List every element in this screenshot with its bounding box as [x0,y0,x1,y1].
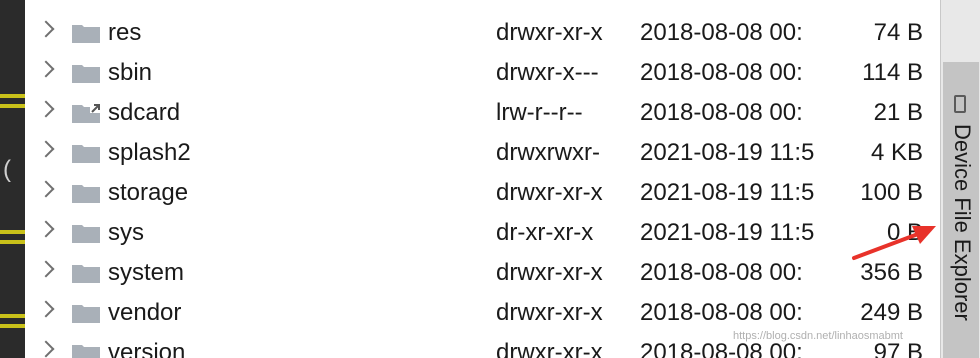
file-date: 2018-08-08 00: [640,99,803,126]
table-row[interactable]: splash2 drwxrwxr- 2021-08-19 11:5 4 KB [25,132,940,172]
file-name: sys [108,219,144,246]
file-permissions: dr-xr-xr-x [496,219,594,246]
folder-icon [72,185,100,203]
editor-marker [0,104,25,108]
editor-paren: ( [3,156,11,183]
chevron-right-icon[interactable] [37,180,55,198]
chevron-right-icon[interactable] [37,140,55,158]
file-size: 114 B [862,59,923,86]
file-permissions: drwxrwxr- [496,139,600,166]
editor-marker [0,314,25,318]
file-date: 2018-08-08 00: [640,19,803,46]
folder-icon [72,265,100,283]
device-icon [954,95,966,113]
tool-window-label: Device File Explorer [950,124,975,321]
watermark: https://blog.csdn.net/linhaosmabmt [733,330,903,342]
chevron-right-icon[interactable] [37,60,55,78]
chevron-right-icon[interactable] [37,300,55,318]
file-size: 4 KB [870,139,923,166]
file-date: 2018-08-08 00: [640,299,803,326]
table-row[interactable]: res drwxr-xr-x 2018-08-08 00: 74 B [25,12,940,52]
file-name: sbin [108,59,153,86]
editor-gutter-strip: ( [0,0,25,358]
chevron-right-icon[interactable] [37,220,55,238]
folder-icon [72,145,100,163]
chevron-right-icon[interactable] [37,100,55,118]
file-date: 2018-08-08 00: [640,59,803,86]
table-row[interactable]: storage drwxr-xr-x 2021-08-19 11:5 100 B [25,172,940,212]
file-tree-table: res drwxr-xr-x 2018-08-08 00: 74 B sbin drwxr… [25,0,940,358]
folder-icon [72,65,100,83]
editor-marker [0,94,25,98]
file-date: 2018-08-08 00: [640,259,803,286]
file-name: sdcard [108,99,181,126]
file-date: 2021-08-19 11:5 [640,139,815,166]
table-row[interactable]: system drwxr-xr-x 2018-08-08 00: 356 B [25,252,940,292]
device-file-explorer-tab[interactable]: Device File Explorer [943,62,979,358]
file-permissions: drwxr-x--- [496,59,599,86]
editor-marker [0,324,25,328]
chevron-right-icon[interactable] [37,340,55,358]
table-row[interactable]: sbin drwxr-x--- 2018-08-08 00: 114 B [25,52,940,92]
file-size: 249 B [860,299,923,326]
folder-icon [72,225,100,243]
file-permissions: drwxr-xr-x [496,179,603,206]
table-row[interactable]: sys dr-xr-xr-x 2021-08-19 11:5 0 B [25,212,940,252]
file-size: 21 B [873,99,923,126]
right-tool-window-bar: Device File Explorer [940,0,980,358]
file-date: 2021-08-19 11:5 [640,179,815,206]
file-name: system [108,259,185,286]
file-name: version [108,339,186,358]
file-name: res [108,19,142,46]
file-name: storage [108,179,189,206]
table-row[interactable]: vendor drwxr-xr-x 2018-08-08 00: 249 B [25,292,940,332]
folder-icon [72,305,100,323]
file-permissions: drwxr-xr-x [496,19,603,46]
file-permissions: drwxr-xr-x [496,339,603,358]
folder-icon [72,25,100,43]
table-row[interactable]: sdcard lrw-r--r-- 2018-08-08 00: 21 B [25,92,940,132]
file-permissions: drwxr-xr-x [496,299,603,326]
file-name: vendor [108,299,182,326]
file-size: 100 B [860,179,923,206]
red-annotation-arrow [852,226,936,260]
editor-marker [0,230,25,234]
file-permissions: lrw-r--r-- [496,99,583,126]
editor-marker [0,240,25,244]
file-size: 74 B [873,19,923,46]
file-permissions: drwxr-xr-x [496,259,603,286]
file-name: splash2 [108,139,191,166]
folder-link-icon [72,103,100,123]
file-date: 2021-08-19 11:5 [640,219,815,246]
folder-icon [72,345,100,358]
table-row[interactable] [25,0,940,10]
chevron-right-icon[interactable] [37,20,55,38]
chevron-right-icon[interactable] [37,260,55,278]
